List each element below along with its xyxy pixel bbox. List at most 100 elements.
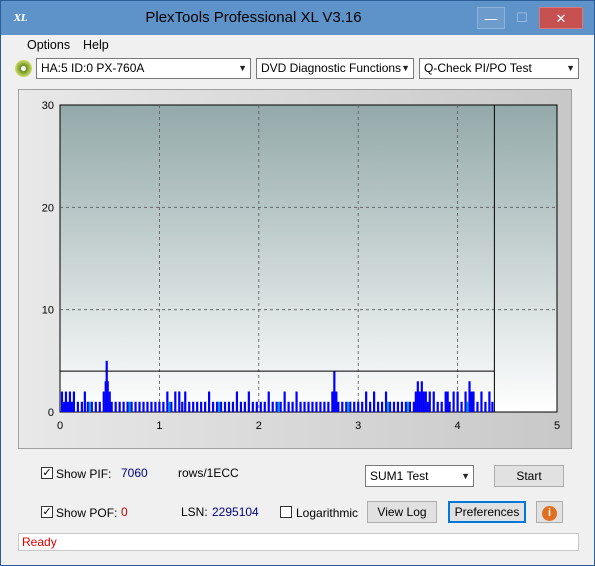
data-bar bbox=[440, 401, 443, 412]
data-bar bbox=[428, 391, 431, 412]
pi-po-chart: 0 1 2 3 4 5 0 10 20 30 bbox=[19, 90, 571, 448]
data-bar bbox=[181, 401, 184, 412]
drive-select-value: HA:5 ID:0 PX-760A bbox=[41, 61, 145, 75]
data-bar bbox=[307, 401, 310, 412]
menu-options[interactable]: Options bbox=[27, 38, 70, 52]
data-bar bbox=[357, 401, 360, 412]
data-bar bbox=[400, 401, 404, 412]
data-bar bbox=[68, 391, 72, 412]
data-bar bbox=[76, 401, 79, 412]
data-bar bbox=[283, 391, 286, 412]
x-tick-label: 3 bbox=[355, 420, 361, 432]
data-bar bbox=[460, 401, 463, 412]
data-bar bbox=[279, 401, 282, 412]
data-bar bbox=[128, 401, 131, 412]
show-pif-checkbox[interactable]: ✓ bbox=[41, 467, 53, 479]
data-bar bbox=[424, 391, 427, 412]
data-bar bbox=[88, 401, 91, 412]
data-bar bbox=[444, 391, 447, 412]
info-button[interactable]: i bbox=[536, 501, 563, 523]
x-tick-label: 0 bbox=[57, 420, 63, 432]
data-bar bbox=[158, 401, 161, 412]
data-bar bbox=[353, 401, 356, 412]
data-bar bbox=[456, 391, 459, 412]
x-tick-label: 5 bbox=[554, 420, 560, 432]
data-bar bbox=[239, 401, 243, 412]
data-bar bbox=[396, 401, 400, 412]
menu-bar: Options Help bbox=[7, 35, 589, 55]
data-bar bbox=[418, 391, 421, 412]
data-bar bbox=[98, 401, 101, 412]
data-bar bbox=[235, 391, 239, 412]
data-bar bbox=[466, 401, 469, 412]
chevron-down-icon: ▼ bbox=[461, 471, 470, 481]
data-bar bbox=[118, 401, 121, 412]
data-bar bbox=[347, 401, 350, 412]
data-bar bbox=[122, 401, 125, 412]
data-bar bbox=[373, 391, 376, 412]
data-bar bbox=[491, 401, 494, 412]
data-bar bbox=[162, 401, 165, 412]
chart-panel: 0 1 2 3 4 5 0 10 20 30 bbox=[18, 89, 572, 449]
title-bar: XL PlexTools Professional XL V3.16 — ☐ ✕ bbox=[1, 1, 594, 35]
data-bar bbox=[432, 391, 435, 412]
data-bar bbox=[64, 391, 68, 412]
test-select[interactable]: Q-Check PI/PO Test ▼ bbox=[419, 58, 579, 79]
data-bar bbox=[414, 391, 417, 412]
menu-options-label: Options bbox=[27, 38, 71, 52]
data-bar bbox=[192, 401, 195, 412]
preferences-button[interactable]: Preferences bbox=[448, 501, 526, 523]
start-button[interactable]: Start bbox=[494, 465, 564, 487]
data-bar bbox=[106, 381, 109, 412]
data-bar bbox=[174, 391, 177, 412]
data-bar bbox=[62, 401, 66, 412]
sum-test-select[interactable]: SUM1 Test ▼ bbox=[365, 465, 474, 487]
test-select-value: Q-Check PI/PO Test bbox=[424, 61, 532, 75]
data-bar bbox=[72, 391, 76, 412]
data-bar bbox=[223, 401, 227, 412]
function-select[interactable]: DVD Diagnostic Functions ▼ bbox=[256, 58, 414, 79]
y-tick-label: 30 bbox=[42, 100, 54, 112]
data-bar bbox=[130, 401, 133, 412]
data-bar bbox=[215, 401, 219, 412]
view-log-button[interactable]: View Log bbox=[367, 501, 437, 523]
data-bar bbox=[243, 401, 246, 412]
data-bar bbox=[361, 401, 364, 412]
data-bar bbox=[102, 391, 105, 412]
logarithmic-checkbox[interactable] bbox=[280, 506, 292, 518]
chevron-down-icon: ▼ bbox=[401, 63, 410, 73]
close-button[interactable]: ✕ bbox=[539, 7, 583, 29]
data-bar bbox=[275, 401, 278, 412]
data-bar bbox=[184, 391, 187, 412]
data-bar bbox=[472, 391, 475, 412]
data-bar bbox=[422, 391, 425, 412]
data-bar bbox=[480, 391, 483, 412]
x-tick-label: 2 bbox=[256, 420, 262, 432]
data-bar bbox=[83, 391, 86, 412]
lsn-label: LSN: bbox=[181, 505, 208, 519]
data-bar bbox=[484, 401, 487, 412]
data-bar bbox=[247, 391, 250, 412]
data-bar bbox=[170, 401, 173, 412]
logarithmic-label: Logarithmic bbox=[296, 506, 359, 520]
data-bar bbox=[420, 381, 423, 412]
data-bar bbox=[392, 401, 396, 412]
data-bar bbox=[126, 401, 129, 412]
data-bar bbox=[476, 401, 479, 412]
data-bar bbox=[386, 401, 390, 412]
plot-area bbox=[59, 104, 558, 413]
data-bar bbox=[271, 401, 274, 412]
data-bar bbox=[196, 401, 199, 412]
function-select-value: DVD Diagnostic Functions bbox=[261, 61, 402, 75]
minimize-button[interactable]: — bbox=[477, 7, 505, 29]
chevron-down-icon: ▼ bbox=[566, 63, 575, 73]
data-bar bbox=[188, 401, 191, 412]
show-pof-checkbox[interactable]: ✓ bbox=[41, 506, 53, 518]
chevron-down-icon: ▼ bbox=[238, 63, 247, 73]
data-bar bbox=[150, 401, 153, 412]
drive-select[interactable]: HA:5 ID:0 PX-760A ▼ bbox=[36, 58, 251, 79]
data-bar bbox=[337, 401, 340, 412]
menu-help[interactable]: Help bbox=[83, 38, 109, 52]
data-bar bbox=[408, 401, 411, 412]
maximize-button[interactable]: ☐ bbox=[508, 7, 536, 29]
